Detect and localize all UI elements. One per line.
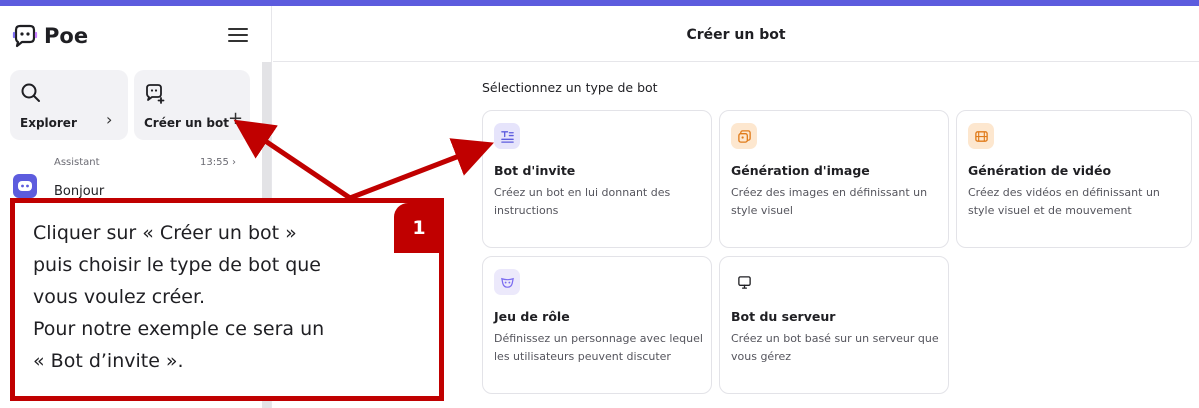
- card-description: Créez un bot en lui donnant des instruct…: [494, 186, 671, 217]
- card-description: Créez un bot basé sur un serveur que vou…: [731, 332, 939, 363]
- plus-icon: +: [228, 108, 244, 129]
- monitor-icon: [731, 269, 757, 295]
- image-icon: [731, 123, 757, 149]
- page-title: Créer un bot: [686, 27, 786, 43]
- chat-list-item[interactable]: Assistant 13:55 › Bonjour: [10, 150, 250, 204]
- prompt-icon: [494, 123, 520, 149]
- page-header: Créer un bot: [273, 6, 1199, 62]
- bot-add-icon: [146, 84, 165, 104]
- card-description: Définissez un personnage avec lequel les…: [494, 332, 703, 363]
- video-icon: [968, 123, 994, 149]
- chat-timestamp: 13:55 ›: [200, 157, 237, 168]
- card-title: Jeu de rôle: [494, 309, 570, 324]
- section-label: Sélectionnez un type de bot: [482, 80, 658, 95]
- annotation-text: Cliquer sur « Créer un bot » puis choisi…: [33, 222, 325, 372]
- chat-bot-name: Assistant: [54, 157, 100, 168]
- poe-logo-icon: [12, 24, 38, 48]
- mask-icon: [494, 269, 520, 295]
- chat-preview: Bonjour: [54, 184, 105, 199]
- card-title: Génération de vidéo: [968, 163, 1112, 178]
- create-bot-button[interactable]: Créer un bot +: [134, 70, 250, 140]
- card-server-bot[interactable]: Bot du serveur Créez un bot basé sur un …: [719, 256, 949, 394]
- explore-button[interactable]: Explorer ›: [10, 70, 128, 140]
- app-name: Poe: [44, 24, 89, 48]
- chevron-right-icon: ›: [106, 110, 113, 129]
- create-bot-label: Créer un bot: [144, 116, 229, 130]
- card-title: Bot du serveur: [731, 309, 836, 324]
- step-badge: 1: [394, 203, 444, 253]
- assistant-bot-icon: [18, 181, 32, 191]
- card-image-generation[interactable]: Génération d'image Créez des images en d…: [719, 110, 949, 248]
- search-icon: [21, 83, 40, 102]
- card-description: Créez des vidéos en définissant un style…: [968, 186, 1160, 217]
- card-title: Bot d'invite: [494, 163, 576, 178]
- annotation-box: Cliquer sur « Créer un bot » puis choisi…: [10, 198, 444, 401]
- card-description: Créez des images en définissant un style…: [731, 186, 928, 217]
- card-prompt-bot[interactable]: Bot d'invite Créez un bot en lui donnant…: [482, 110, 712, 248]
- card-role-play[interactable]: Jeu de rôle Définissez un personnage ave…: [482, 256, 712, 394]
- assistant-avatar: [13, 174, 37, 198]
- card-title: Génération d'image: [731, 163, 870, 178]
- explore-label: Explorer: [20, 116, 77, 130]
- card-video-generation[interactable]: Génération de vidéo Créez des vidéos en …: [956, 110, 1192, 248]
- menu-icon[interactable]: [228, 28, 248, 44]
- app-logo[interactable]: Poe: [12, 20, 88, 52]
